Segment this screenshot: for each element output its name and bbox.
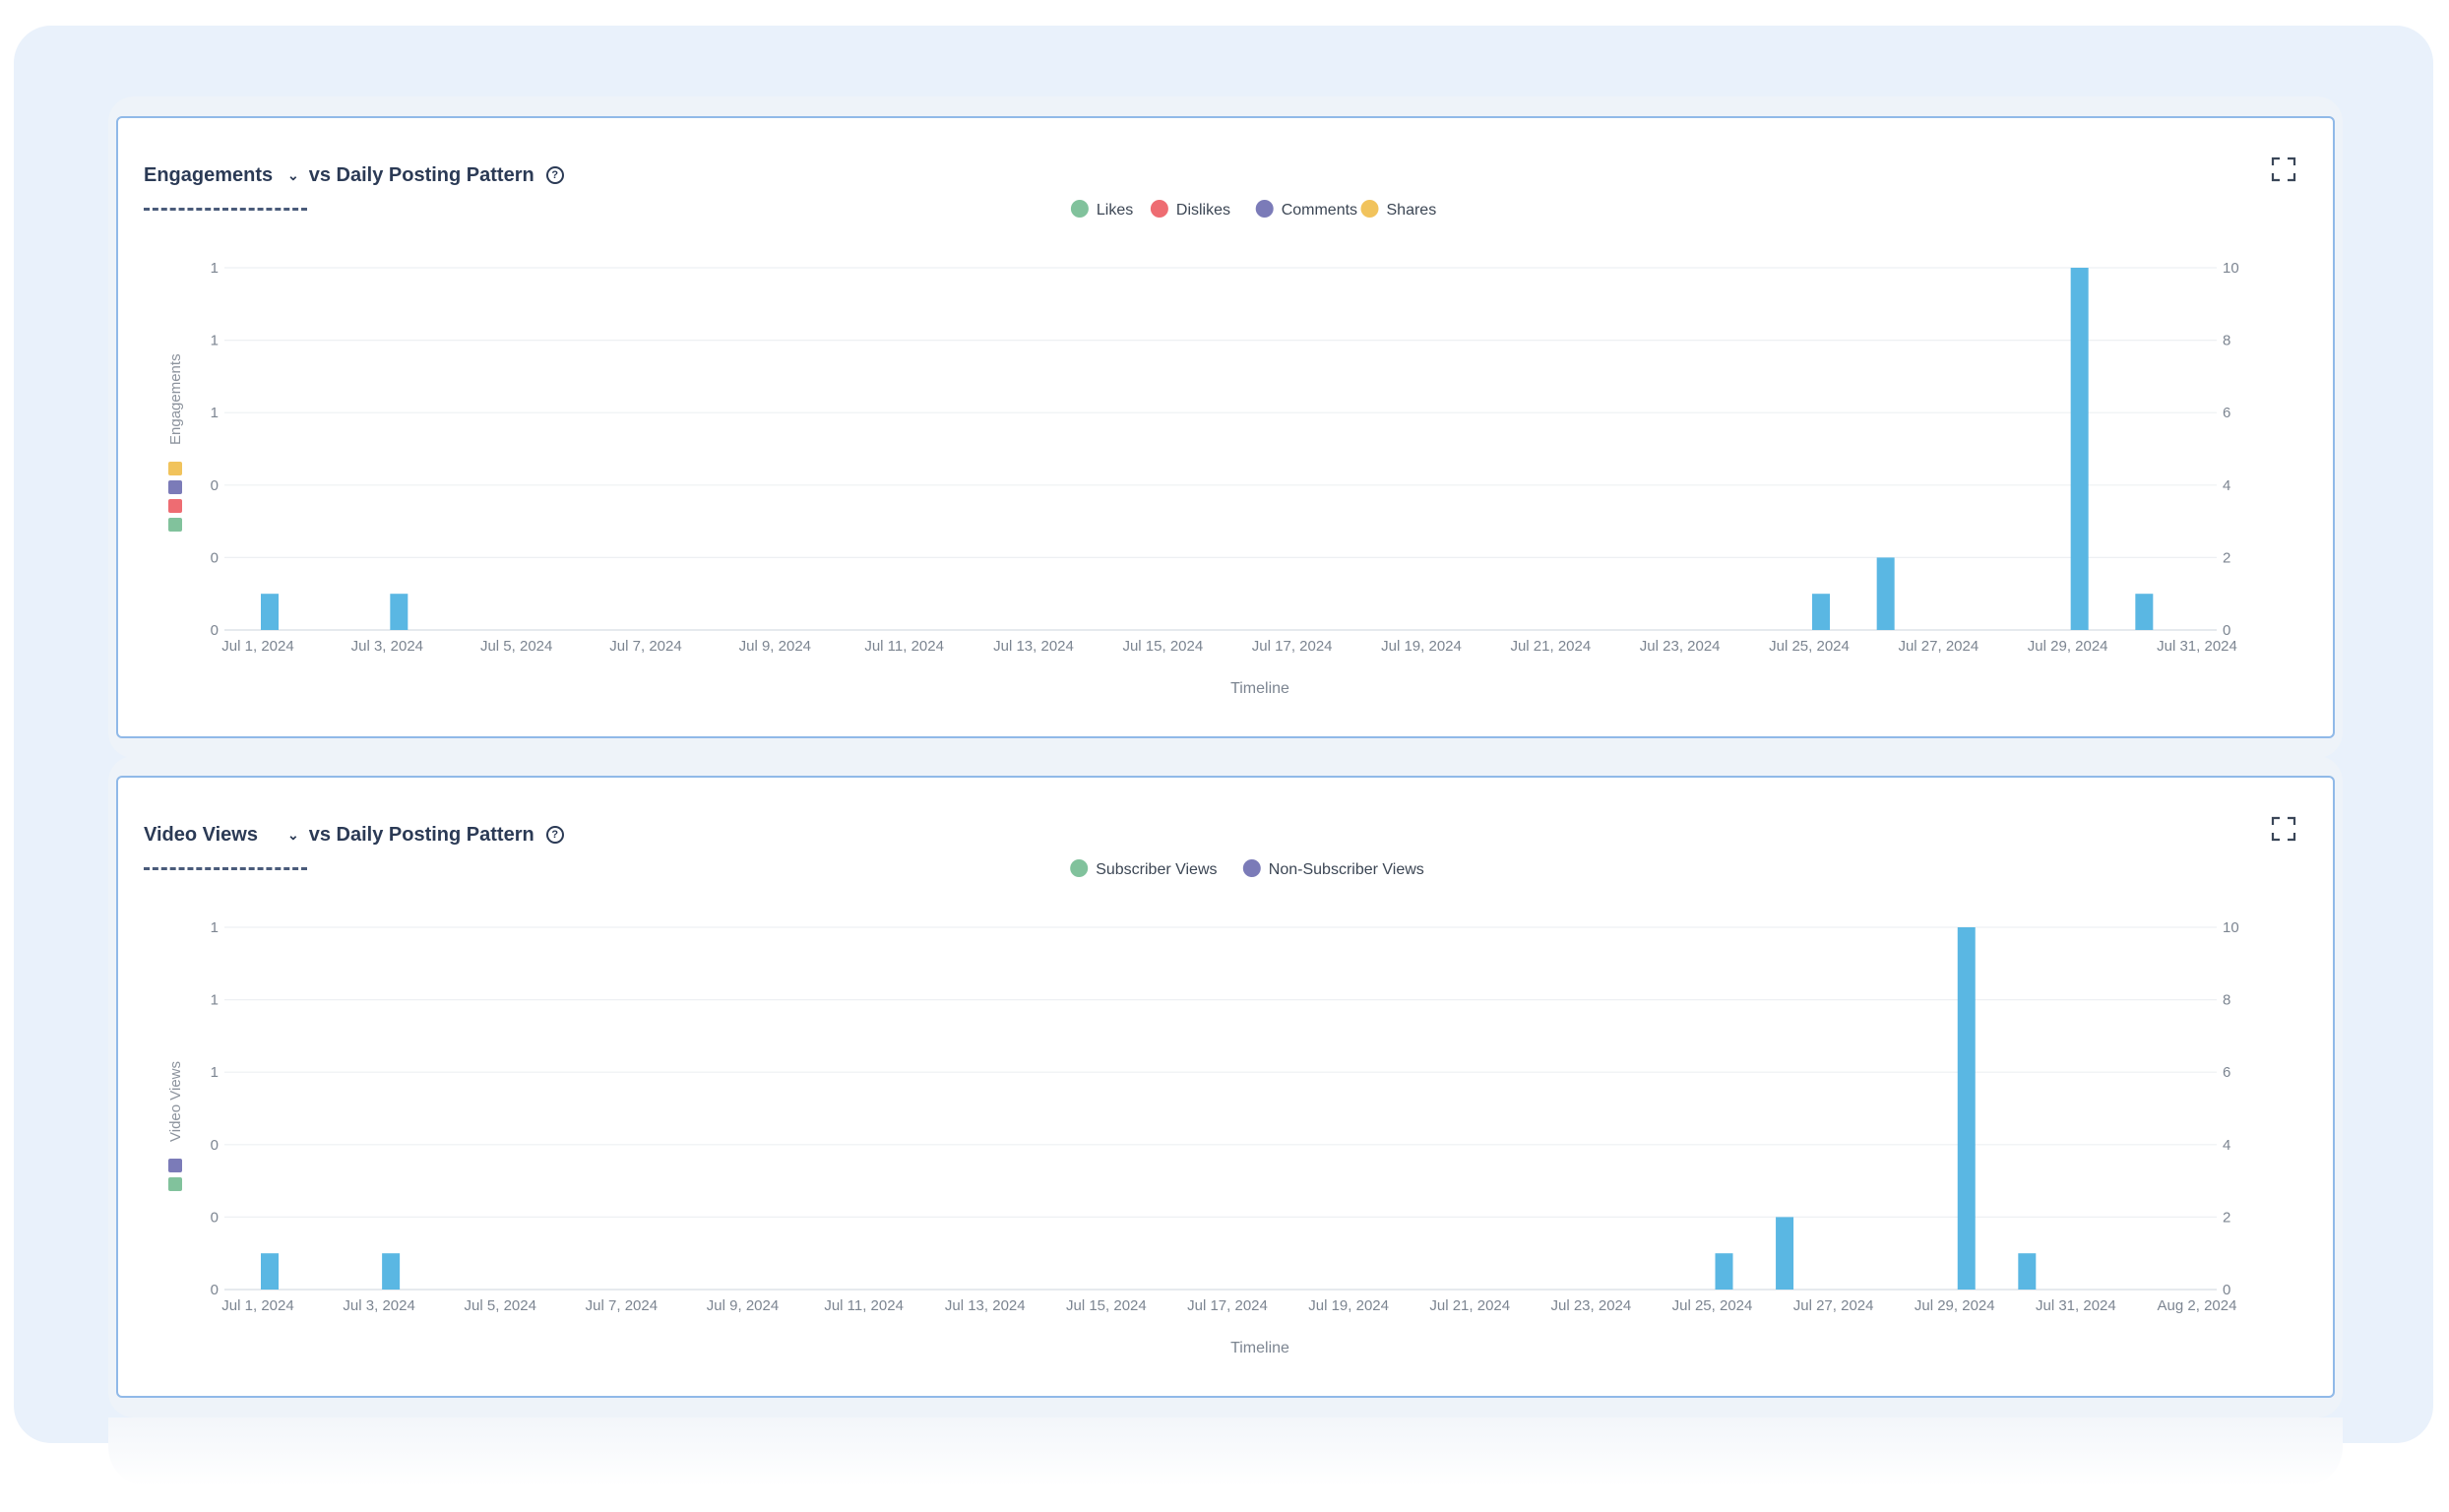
x-axis-tick-label: Jul 23, 2024 bbox=[1551, 1297, 1632, 1314]
x-axis-title: Timeline bbox=[1230, 680, 1289, 697]
videos-bar bbox=[1957, 927, 1976, 1290]
y-axis-tick-label: 1 bbox=[211, 1064, 219, 1081]
legend-marker bbox=[1150, 200, 1168, 218]
dashboard-shadow bbox=[108, 1418, 2343, 1486]
x-axis-tick-label: Aug 2, 2024 bbox=[2158, 1297, 2237, 1314]
x-axis-tick-label: Jul 27, 2024 bbox=[1898, 638, 1978, 655]
y-axis-tick-label: 0 bbox=[211, 1282, 219, 1298]
x-axis-tick-label: Jul 11, 2024 bbox=[864, 638, 944, 655]
x-axis-tick-label: Jul 13, 2024 bbox=[945, 1297, 1026, 1314]
y-axis-legend-square bbox=[168, 480, 182, 494]
x-axis-tick-label: Jul 3, 2024 bbox=[351, 638, 423, 655]
x-axis-tick-label: Jul 19, 2024 bbox=[1308, 1297, 1389, 1314]
legend-marker bbox=[1070, 200, 1089, 218]
x-axis-tick-label: Jul 31, 2024 bbox=[2157, 638, 2237, 655]
x-axis-tick-label: Jul 9, 2024 bbox=[707, 1297, 779, 1314]
y-axis-tick-label: 1 bbox=[211, 919, 219, 936]
videos-bar bbox=[1812, 594, 1830, 630]
videos-bar bbox=[1876, 557, 1895, 630]
x-axis-tick-label: Jul 11, 2024 bbox=[824, 1297, 904, 1314]
engagements-panel: Engagements ⌄ vs Daily Posting Pattern ?… bbox=[108, 96, 2343, 758]
x-axis-tick-label: Jul 17, 2024 bbox=[1187, 1297, 1268, 1314]
y2-axis-tick-label: 6 bbox=[2223, 1064, 2230, 1081]
y-axis-legend-square bbox=[168, 499, 182, 513]
y2-axis-tick-label: 2 bbox=[2223, 549, 2230, 566]
legend-marker bbox=[1360, 200, 1379, 218]
y2-axis-tick-label: 10 bbox=[2223, 260, 2239, 277]
videos-bar bbox=[382, 1253, 401, 1290]
y-axis-tick-label: 1 bbox=[211, 333, 219, 349]
y2-axis-tick-label: 2 bbox=[2223, 1209, 2230, 1226]
y-axis-legend-square bbox=[168, 518, 182, 532]
y2-axis-tick-label: 0 bbox=[2223, 622, 2230, 639]
x-axis-tick-label: Jul 21, 2024 bbox=[1510, 638, 1591, 655]
x-axis-tick-label: Jul 7, 2024 bbox=[609, 638, 681, 655]
x-axis-tick-label: Jul 25, 2024 bbox=[1672, 1297, 1753, 1314]
y-axis-legend-square bbox=[168, 462, 182, 475]
x-axis-tick-label: Jul 1, 2024 bbox=[221, 638, 293, 655]
videos-bar bbox=[261, 1253, 279, 1290]
y-axis-tick-label: 0 bbox=[211, 477, 219, 494]
y-axis-tick-label: 0 bbox=[211, 622, 219, 639]
x-axis-tick-label: Jul 15, 2024 bbox=[1122, 638, 1203, 655]
y2-axis-tick-label: 10 bbox=[2223, 919, 2239, 936]
legend-label: Dislikes bbox=[1176, 202, 1230, 219]
x-axis-tick-label: Jul 23, 2024 bbox=[1640, 638, 1721, 655]
videos-bar bbox=[2070, 268, 2089, 630]
x-axis-tick-label: Jul 13, 2024 bbox=[993, 638, 1074, 655]
x-axis-tick-label: Jul 25, 2024 bbox=[1769, 638, 1850, 655]
videos-bar bbox=[1776, 1217, 1794, 1290]
x-axis-tick-label: Jul 27, 2024 bbox=[1793, 1297, 1874, 1314]
x-axis-tick-label: Jul 21, 2024 bbox=[1429, 1297, 1510, 1314]
legend-label: Non-Subscriber Views bbox=[1269, 861, 1424, 878]
x-axis-tick-label: Jul 1, 2024 bbox=[221, 1297, 293, 1314]
x-axis-tick-label: Jul 29, 2024 bbox=[1915, 1297, 1995, 1314]
x-axis-tick-label: Jul 15, 2024 bbox=[1066, 1297, 1147, 1314]
y2-axis-tick-label: 6 bbox=[2223, 405, 2230, 421]
video-views-panel: Video Views ⌄ vs Daily Posting Pattern ?… bbox=[108, 756, 2343, 1418]
legend-label: Shares bbox=[1387, 202, 1437, 219]
y2-axis-tick-label: 8 bbox=[2223, 992, 2230, 1009]
legend-label: Subscriber Views bbox=[1096, 861, 1217, 878]
videos-bar bbox=[2135, 594, 2154, 630]
x-axis-tick-label: Jul 29, 2024 bbox=[2028, 638, 2108, 655]
x-axis-tick-label: Jul 5, 2024 bbox=[465, 1297, 536, 1314]
x-axis-tick-label: Jul 17, 2024 bbox=[1252, 638, 1333, 655]
y-axis-tick-label: 1 bbox=[211, 405, 219, 421]
y-axis-tick-label: 0 bbox=[211, 1137, 219, 1154]
y2-axis-tick-label: 4 bbox=[2223, 477, 2230, 494]
videos-bar bbox=[261, 594, 279, 630]
x-axis-tick-label: Jul 31, 2024 bbox=[2036, 1297, 2116, 1314]
y-axis-tick-label: 0 bbox=[211, 549, 219, 566]
engagements-chart: 0 0 0 2 0 4 1 6 1 8 1 10 Jul 1, 2024 Jul 3, 2024 Jul 5… bbox=[167, 200, 2239, 697]
y2-axis-tick-label: 4 bbox=[2223, 1137, 2230, 1154]
legend-label: Likes bbox=[1097, 202, 1133, 219]
y-axis-tick-label: 1 bbox=[211, 992, 219, 1009]
y2-axis-tick-label: 0 bbox=[2223, 1282, 2230, 1298]
y-axis-title: Video Views bbox=[167, 1061, 184, 1142]
video-views-card: Video Views ⌄ vs Daily Posting Pattern ?… bbox=[116, 776, 2335, 1398]
video-views-chart: 0 0 0 2 0 4 1 6 1 8 1 10 Jul 1, 2024 Jul 3, 2024 Jul 5… bbox=[167, 859, 2239, 1356]
legend-marker bbox=[1242, 859, 1261, 877]
x-axis-tick-label: Jul 9, 2024 bbox=[739, 638, 811, 655]
y-axis-tick-label: 1 bbox=[211, 260, 219, 277]
videos-bar bbox=[2018, 1253, 2037, 1290]
x-axis-tick-label: Jul 7, 2024 bbox=[586, 1297, 658, 1314]
videos-bar bbox=[1715, 1253, 1733, 1290]
engagements-card: Engagements ⌄ vs Daily Posting Pattern ?… bbox=[116, 116, 2335, 738]
x-axis-tick-label: Jul 5, 2024 bbox=[480, 638, 552, 655]
x-axis-tick-label: Jul 3, 2024 bbox=[343, 1297, 414, 1314]
legend-label: Comments bbox=[1282, 202, 1357, 219]
y-axis-tick-label: 0 bbox=[211, 1209, 219, 1226]
y2-axis-tick-label: 8 bbox=[2223, 333, 2230, 349]
videos-bar bbox=[390, 594, 408, 630]
legend-marker bbox=[1070, 859, 1089, 877]
y-axis-legend-square bbox=[168, 1177, 182, 1191]
y-axis-legend-square bbox=[168, 1159, 182, 1172]
x-axis-title: Timeline bbox=[1230, 1340, 1289, 1356]
legend-marker bbox=[1255, 200, 1274, 218]
y-axis-title: Engagements bbox=[167, 353, 184, 445]
x-axis-tick-label: Jul 19, 2024 bbox=[1381, 638, 1462, 655]
